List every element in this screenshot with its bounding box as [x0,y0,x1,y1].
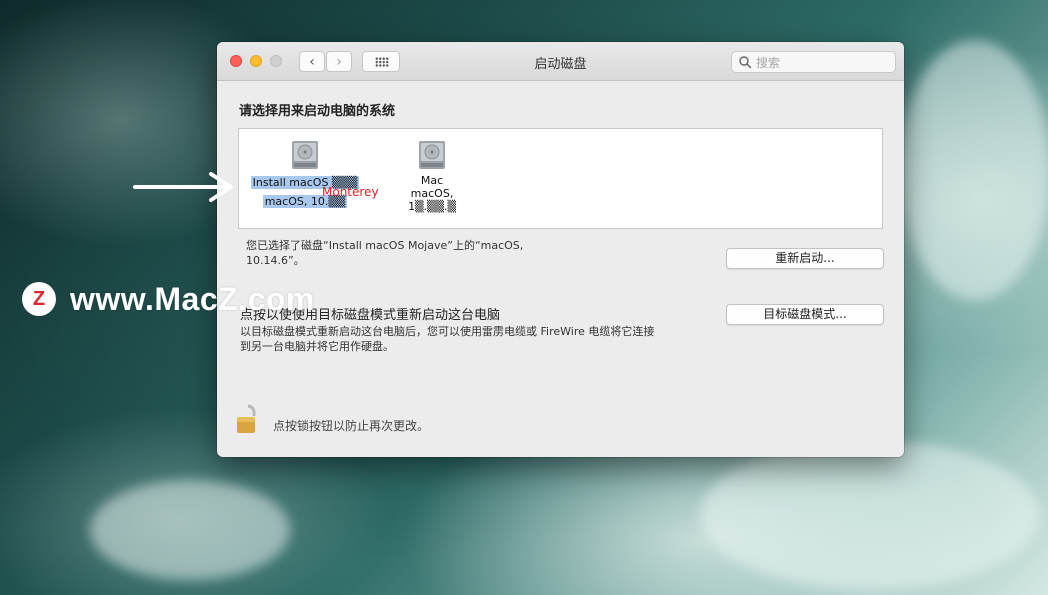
disk-name: Mac [420,174,444,187]
lock-hint: 点按锁按钮以防止再次更改。 [273,419,430,433]
hard-drive-icon [292,141,318,169]
disk-item-mac[interactable]: Mac macOS, 1▒.▒▒.▒ [387,139,477,213]
target-mode-description: 以目标磁盘模式重新启动这台电脑后，您可以使用雷雳电缆或 FireWire 电缆将… [240,325,655,353]
disk-version: macOS, 1▒.▒▒.▒ [408,187,456,213]
background-foam [700,440,1040,590]
title-bar[interactable]: ‹ › 启动磁盘 [217,42,904,81]
hard-drive-icon [419,141,445,169]
section-title: 请选择用来启动电脑的系统 [239,104,396,119]
lock-icon[interactable] [235,402,261,436]
disk-list: Install macOS ▒▒▒ macOS, 10.▒▒ Mac macOS… [238,128,883,229]
watermark: Z www.MacZ.com [22,281,315,317]
background-foam [90,480,290,580]
restart-button[interactable]: 重新启动... [726,248,884,269]
selected-disk-text: 您已选择了磁盘“Install macOS Mojave”上的“macOS, 1… [246,239,524,267]
target-disk-mode-button[interactable]: 目标磁盘模式... [726,304,884,325]
search-icon [739,56,752,69]
annotation-label: Monterey [322,185,379,199]
background-foam [900,40,1048,300]
arrow-annotation-icon [133,172,233,202]
macz-logo: Z [22,282,56,316]
search-field[interactable] [731,51,896,73]
search-input[interactable] [754,53,894,73]
watermark-text: www.MacZ.com [70,280,315,317]
startup-disk-window: ‹ › 启动磁盘 请选择用来启动电脑的系统 Install macOS ▒▒▒ [217,42,904,457]
